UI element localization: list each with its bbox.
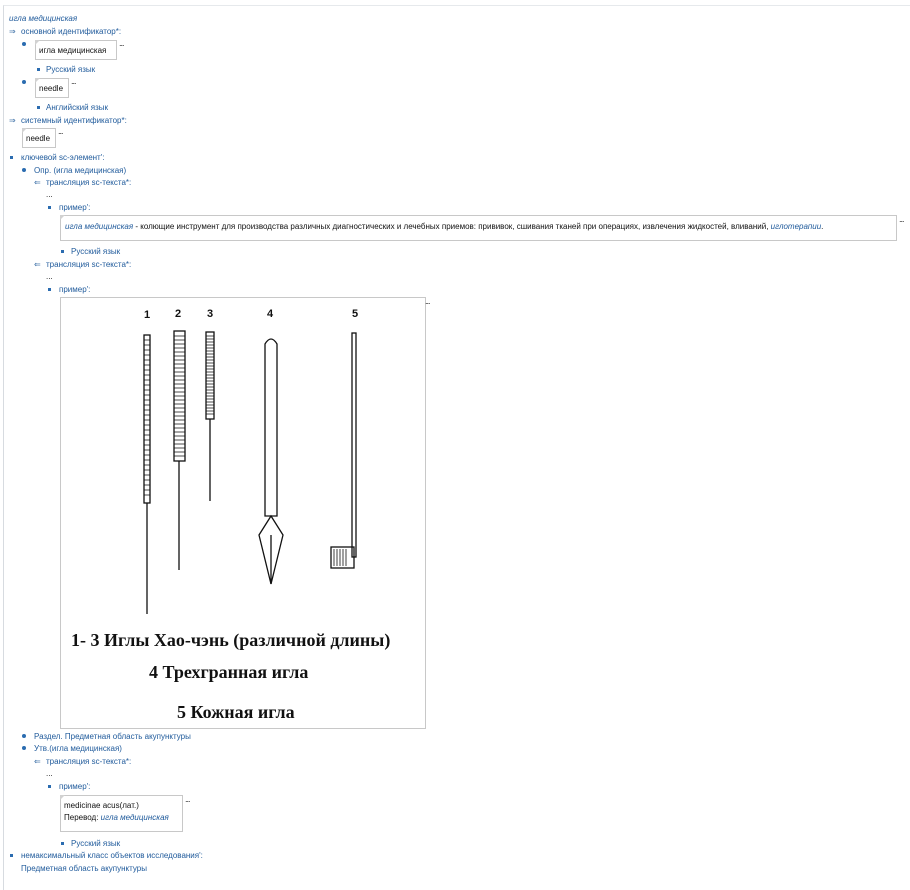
example-relation[interactable]: пример': — [59, 285, 90, 295]
term-link[interactable]: игла медицинская — [65, 222, 133, 231]
dots-node[interactable]: ... — [46, 769, 53, 779]
bullet-square-icon — [10, 156, 13, 159]
relation-arrow-icon: ⇒ — [9, 116, 16, 125]
needle-label-2: 2 — [175, 308, 181, 320]
definition-end: . — [821, 222, 824, 231]
bullet-square-icon — [48, 288, 51, 291]
bullet-square-icon — [61, 250, 64, 253]
page-title[interactable]: игла медицинская — [9, 14, 77, 24]
bullet-square-icon — [61, 842, 64, 845]
relation-arrow-icon: ⇒ — [9, 27, 16, 36]
latin-line: medicinae acus(лат.) — [64, 801, 139, 810]
image-caption-3: 5 Кожная игла — [177, 702, 295, 722]
sys-id-box[interactable]: needle — [22, 128, 56, 148]
bullet-square-icon — [48, 206, 51, 209]
translation-relation[interactable]: трансляция sc-текста*: — [46, 260, 131, 270]
more-icon[interactable]: ... — [58, 126, 63, 136]
needle-5-head — [330, 546, 355, 569]
bullet-icon — [22, 746, 26, 750]
more-icon[interactable]: ... — [899, 214, 904, 224]
lang-en-link[interactable]: Английский язык — [46, 103, 108, 113]
subject-area-link[interactable]: Предметная область акупунктуры — [21, 864, 147, 874]
latin-text-box[interactable]: medicinae acus(лат.) Перевод: игла медиц… — [60, 795, 183, 832]
translation-prefix: Перевод: — [64, 813, 101, 822]
definition-body: - колющие инструмент для производства ра… — [133, 222, 771, 231]
term-link[interactable]: игла медицинская — [101, 813, 169, 822]
main-id-ru-box[interactable]: игла медицинская — [35, 40, 117, 60]
sys-id-relation[interactable]: системный идентификатор*: — [21, 116, 127, 126]
lang-ru-link[interactable]: Русский язык — [46, 65, 95, 75]
translation-line: Перевод: игла медицинская — [64, 812, 179, 824]
key-element-relation[interactable]: ключевой sc-элемент': — [21, 153, 104, 163]
bullet-icon — [22, 168, 26, 172]
translation-relation[interactable]: трансляция sc-текста*: — [46, 757, 131, 767]
main-id-en-box[interactable]: needle — [35, 78, 69, 98]
needle-label-1: 1 — [144, 309, 150, 321]
dots-node[interactable]: ... — [46, 272, 53, 282]
definition-text-box[interactable]: игла медицинская - колющие инструмент дл… — [60, 215, 897, 241]
needle-label-3: 3 — [207, 308, 213, 320]
bullet-square-icon — [37, 68, 40, 71]
nonmax-class-relation[interactable]: немаксимальный класс объектов исследован… — [21, 851, 203, 861]
definition-link[interactable]: Опр. (игла медицинская) — [34, 166, 126, 176]
relation-arrow-icon: ⇐ — [34, 757, 41, 766]
bullet-square-icon — [10, 854, 13, 857]
example-relation[interactable]: пример': — [59, 203, 90, 213]
bullet-icon — [22, 80, 26, 84]
needle-illustration[interactable]: 1 2 3 4 5 1- 3 Иглы Хао-чэнь (различной … — [60, 297, 426, 729]
main-id-relation[interactable]: основной идентификатор*: — [21, 27, 121, 37]
translation-relation[interactable]: трансляция sc-текста*: — [46, 178, 131, 188]
dots-node[interactable]: ... — [46, 190, 53, 200]
bullet-square-icon — [48, 785, 51, 788]
needle-label-5: 5 — [352, 308, 358, 320]
image-caption-1: 1- 3 Иглы Хао-чэнь (различной длины) — [71, 630, 391, 650]
bullet-icon — [22, 42, 26, 46]
example-relation[interactable]: пример': — [59, 782, 90, 792]
bullet-square-icon — [37, 106, 40, 109]
needle-5-shaft — [351, 332, 357, 558]
more-icon[interactable]: ... — [119, 38, 124, 48]
lang-ru-link[interactable]: Русский язык — [71, 839, 120, 849]
needle-4-shaft — [264, 338, 278, 517]
image-caption-2: 4 Трехгранная игла — [149, 662, 309, 682]
statement-link[interactable]: Утв.(игла медицинская) — [34, 744, 122, 754]
acupuncture-link[interactable]: иглотерапии — [771, 222, 822, 231]
more-icon[interactable]: ... — [185, 794, 190, 804]
section-link[interactable]: Раздел. Предметная область акупунктуры — [34, 732, 191, 742]
relation-arrow-icon: ⇐ — [34, 178, 41, 187]
bullet-icon — [22, 734, 26, 738]
relation-arrow-icon: ⇐ — [34, 260, 41, 269]
more-icon[interactable]: ... — [425, 296, 430, 306]
more-icon[interactable]: ... — [71, 76, 76, 86]
needle-label-4: 4 — [267, 308, 274, 320]
lang-ru-link[interactable]: Русский язык — [71, 247, 120, 257]
